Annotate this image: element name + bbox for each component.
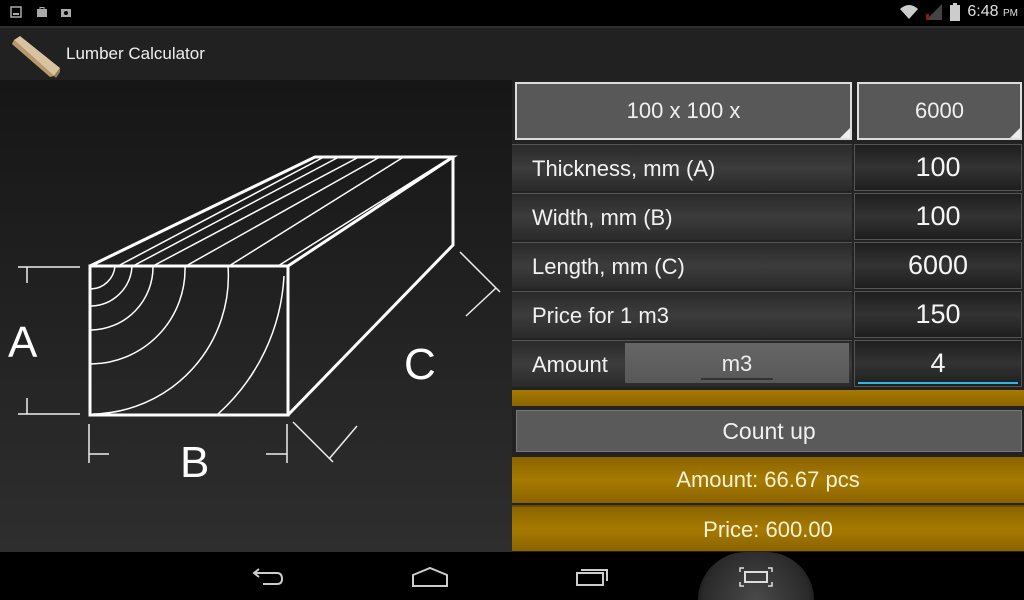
beam-top-face (89, 155, 458, 268)
thickness-input[interactable]: 100 (854, 144, 1022, 191)
price-label: Price for 1 m3 (512, 291, 852, 338)
recent-apps-button[interactable] (562, 560, 622, 594)
length-preset-value: 6000 (915, 98, 964, 123)
beam-front-face (88, 264, 290, 417)
length-preset-spinner[interactable]: 6000 (857, 82, 1022, 140)
action-bar: Lumber Calculator (0, 26, 1024, 80)
unit-spinner[interactable]: m3 (625, 343, 849, 383)
result-amount: Amount: 66.67 pcs (512, 457, 1024, 503)
lumber-diagram-panel: A B C (0, 80, 512, 552)
home-icon (412, 567, 448, 587)
screenshot-icon (10, 6, 22, 18)
spinner-underline (701, 378, 773, 380)
clock: 6:48 PM (967, 3, 1018, 20)
lumber-plank-icon[interactable] (10, 32, 64, 78)
count-up-button[interactable]: Count up (516, 410, 1022, 452)
home-button[interactable] (400, 560, 460, 594)
back-icon (252, 568, 284, 585)
navigation-bar (0, 552, 1024, 600)
dimension-label-c: C (404, 340, 436, 389)
thickness-label: Thickness, mm (A) (512, 144, 852, 191)
fullscreen-icon (739, 567, 773, 587)
status-bar: 6:48 PM (0, 0, 1024, 26)
signal-icon (926, 4, 942, 20)
shopping-bag-icon (37, 7, 47, 17)
calculator-form: 100 x 100 x 6000 Thickness, mm (A) 100 W… (512, 80, 1024, 552)
lumber-diagram (18, 155, 501, 463)
dimension-label-b: B (180, 438, 210, 487)
spinner-corner-icon (840, 128, 850, 138)
divider-strip (512, 390, 1024, 406)
camera-icon (61, 9, 71, 17)
amount-row: Amount m3 4 (512, 340, 1024, 387)
unit-spinner-value: m3 (721, 351, 753, 376)
width-row: Width, mm (B) 100 (512, 193, 1024, 240)
recent-apps-icon (576, 569, 608, 586)
length-label: Length, mm (C) (512, 242, 852, 289)
amount-input[interactable]: 4 (854, 340, 1022, 387)
spinner-corner-icon (1010, 128, 1020, 138)
wifi-icon (900, 5, 918, 19)
length-input[interactable]: 6000 (854, 242, 1022, 289)
price-input[interactable]: 150 (854, 291, 1022, 338)
dimension-label-a: A (8, 318, 38, 367)
app-title: Lumber Calculator (66, 44, 205, 63)
battery-icon (950, 3, 960, 21)
input-focus-indicator (858, 382, 1018, 384)
back-button[interactable] (238, 560, 298, 594)
result-price: Price: 600.00 (512, 505, 1024, 551)
price-row: Price for 1 m3 150 (512, 291, 1024, 338)
width-label: Width, mm (B) (512, 193, 852, 240)
thickness-row: Thickness, mm (A) 100 (512, 144, 1024, 191)
section-preset-value: 100 x 100 x (626, 98, 741, 123)
section-preset-spinner[interactable]: 100 x 100 x (515, 82, 852, 140)
length-row: Length, mm (C) 6000 (512, 242, 1024, 289)
width-input[interactable]: 100 (854, 193, 1022, 240)
screen-size-button[interactable] (726, 560, 786, 594)
